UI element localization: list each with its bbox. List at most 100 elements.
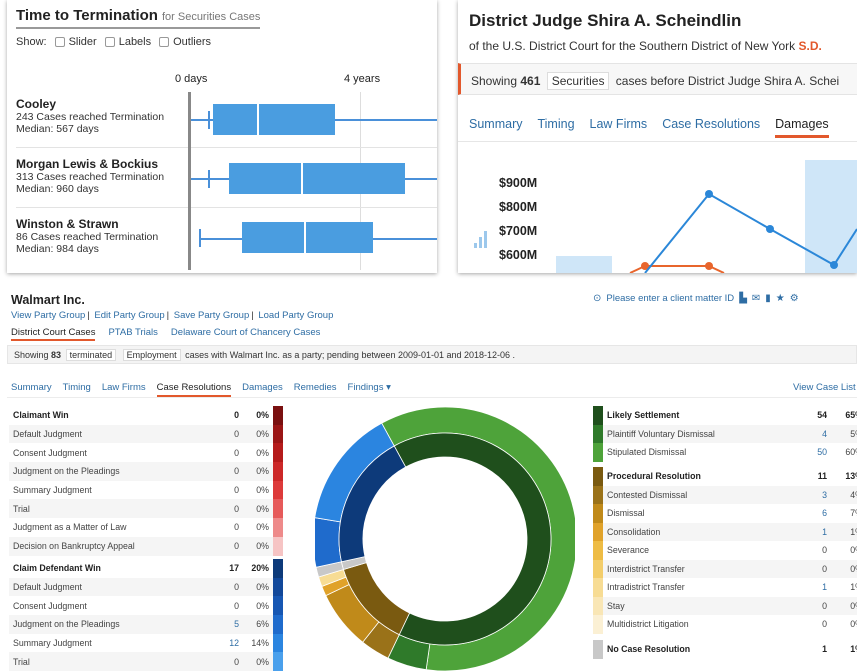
table-row[interactable]: Stipulated Dismissal 50 60% xyxy=(593,443,857,462)
show-label: Show: xyxy=(16,36,47,48)
table-row[interactable]: Dismissal 6 7% xyxy=(593,504,857,523)
row-count: 0 xyxy=(234,503,239,514)
outliers-checkbox[interactable] xyxy=(159,37,170,47)
table-row: Claimant Win 0 0% xyxy=(9,406,283,425)
client-matter-link[interactable]: Please enter a client matter ID xyxy=(606,293,734,304)
tab-damages[interactable]: Damages xyxy=(242,382,283,397)
tab-timing[interactable]: Timing xyxy=(63,382,91,397)
tab-delaware-chancery[interactable]: Delaware Court of Chancery Cases xyxy=(171,327,320,341)
boxplot-cap xyxy=(208,111,210,129)
time-to-termination-panel: Time to Termination for Securities Cases … xyxy=(7,0,437,273)
firm-morgan-lewis: Morgan Lewis & Bockius 313 Cases reached… xyxy=(16,157,186,195)
slider-checkbox[interactable] xyxy=(54,37,65,47)
tab-summary[interactable]: Summary xyxy=(469,117,522,138)
status-pill[interactable]: terminated xyxy=(65,349,117,361)
save-party-group-link[interactable]: Save Party Group xyxy=(174,310,250,321)
boxplot-box[interactable] xyxy=(229,163,405,194)
tab-ptab-trials[interactable]: PTAB Trials xyxy=(108,327,157,341)
labels-checkbox[interactable] xyxy=(104,37,115,47)
star-icon[interactable]: ★ xyxy=(776,293,785,304)
analytics-tabs: Summary Timing Law Firms Case Resolution… xyxy=(11,382,391,397)
row-percent: 0% xyxy=(256,503,269,514)
edit-party-group-link[interactable]: Edit Party Group xyxy=(94,310,164,321)
table-row[interactable]: Judgment on the Pleadings 5 6% xyxy=(9,615,283,634)
color-swatch xyxy=(273,443,283,463)
row-percent: 4% xyxy=(850,489,857,500)
y-tick-label: $600M xyxy=(499,248,538,262)
donut-outer-slice[interactable] xyxy=(315,517,342,568)
bar-chart-icon xyxy=(474,231,487,248)
tab-case-resolutions[interactable]: Case Resolutions xyxy=(662,117,760,138)
tab-findings[interactable]: Findings ▾ xyxy=(348,382,391,397)
row-percent: 60% xyxy=(845,447,857,458)
case-resolution-donut-chart xyxy=(315,406,575,671)
row-label: Decision on Bankruptcy Appeal xyxy=(13,541,135,552)
table-row[interactable]: Consolidation 1 1% xyxy=(593,522,857,541)
chart-icon[interactable]: ▙ xyxy=(739,293,747,304)
judge-title: District Judge Shira A. Scheindlin xyxy=(469,11,742,30)
row-count[interactable]: 1 xyxy=(797,582,827,592)
case-type-pill[interactable]: Securities xyxy=(546,72,610,90)
tab-law-firms[interactable]: Law Firms xyxy=(590,117,648,138)
boxplot-box[interactable] xyxy=(213,104,335,135)
row-count: 1 xyxy=(822,644,827,655)
color-swatch xyxy=(593,596,603,615)
row-label: Severance xyxy=(607,545,650,556)
row-count[interactable]: 6 xyxy=(797,508,827,518)
table-row[interactable]: Plaintiff Voluntary Dismissal 4 5% xyxy=(593,424,857,443)
row-percent: 0% xyxy=(256,522,269,533)
view-party-group-link[interactable]: View Party Group xyxy=(11,310,85,321)
slider-option-label: Slider xyxy=(68,36,97,48)
case-type-pill[interactable]: Employment xyxy=(122,349,181,361)
court-abbrev-link[interactable]: S.D. xyxy=(798,39,821,53)
row-count[interactable]: 4 xyxy=(797,429,827,439)
row-count: 0 xyxy=(822,619,827,630)
color-swatch xyxy=(273,652,283,671)
boxplot-box[interactable] xyxy=(242,222,373,253)
tab-timing[interactable]: Timing xyxy=(537,117,574,138)
mail-icon[interactable]: ✉ xyxy=(752,293,760,304)
view-case-list-link[interactable]: View Case List xyxy=(793,382,856,393)
tab-case-resolutions[interactable]: Case Resolutions xyxy=(156,382,232,397)
tab-remedies[interactable]: Remedies xyxy=(294,382,337,397)
row-count[interactable]: 50 xyxy=(797,447,827,457)
row-label: Likely Settlement xyxy=(607,410,680,421)
color-swatch xyxy=(593,522,603,541)
row-label: Stipulated Dismissal xyxy=(607,447,687,458)
row-label: Procedural Resolution xyxy=(607,471,701,482)
color-swatch xyxy=(273,462,283,481)
firm-cases: 313 Cases reached Termination xyxy=(16,171,165,183)
row-percent: 0% xyxy=(256,410,269,421)
table-row: Consent Judgment 0 0% xyxy=(9,596,283,616)
court-subtitle: of the U.S. District Court for the South… xyxy=(469,39,822,53)
load-party-group-link[interactable]: Load Party Group xyxy=(258,310,333,321)
row-divider xyxy=(16,147,437,148)
settings-icon[interactable]: ⚙ xyxy=(790,293,799,304)
document-icon[interactable]: ▮ xyxy=(765,293,771,304)
tab-damages[interactable]: Damages xyxy=(775,117,829,138)
row-count[interactable]: 3 xyxy=(797,490,827,500)
tab-district-court-cases[interactable]: District Court Cases xyxy=(11,327,96,341)
firm-name: Cooley xyxy=(16,97,57,111)
table-row[interactable]: Intradistrict Transfer 1 1% xyxy=(593,578,857,597)
firm-winston-strawn: Winston & Strawn 86 Cases reached Termin… xyxy=(16,217,186,255)
damages-bar xyxy=(556,256,612,273)
row-percent: 14% xyxy=(251,638,269,649)
color-swatch xyxy=(593,406,603,425)
row-label: Summary Judgment xyxy=(13,485,92,496)
row-label: Consent Judgment xyxy=(13,447,87,458)
panel-title: Time to Termination for Securities Cases xyxy=(16,7,261,24)
row-count[interactable]: 12 xyxy=(209,638,239,648)
zero-day-axis xyxy=(188,92,191,270)
row-count: 0 xyxy=(234,582,239,593)
color-swatch xyxy=(273,536,283,556)
row-percent: 0% xyxy=(256,541,269,552)
row-percent: 7% xyxy=(850,508,857,519)
row-count[interactable]: 1 xyxy=(797,527,827,537)
row-percent: 6% xyxy=(256,619,269,630)
row-count[interactable]: 5 xyxy=(209,619,239,629)
table-row[interactable]: Contested Dismissal 3 4% xyxy=(593,485,857,504)
table-row[interactable]: Summary Judgment 12 14% xyxy=(9,633,283,653)
tab-law-firms[interactable]: Law Firms xyxy=(102,382,146,397)
tab-summary[interactable]: Summary xyxy=(11,382,52,397)
